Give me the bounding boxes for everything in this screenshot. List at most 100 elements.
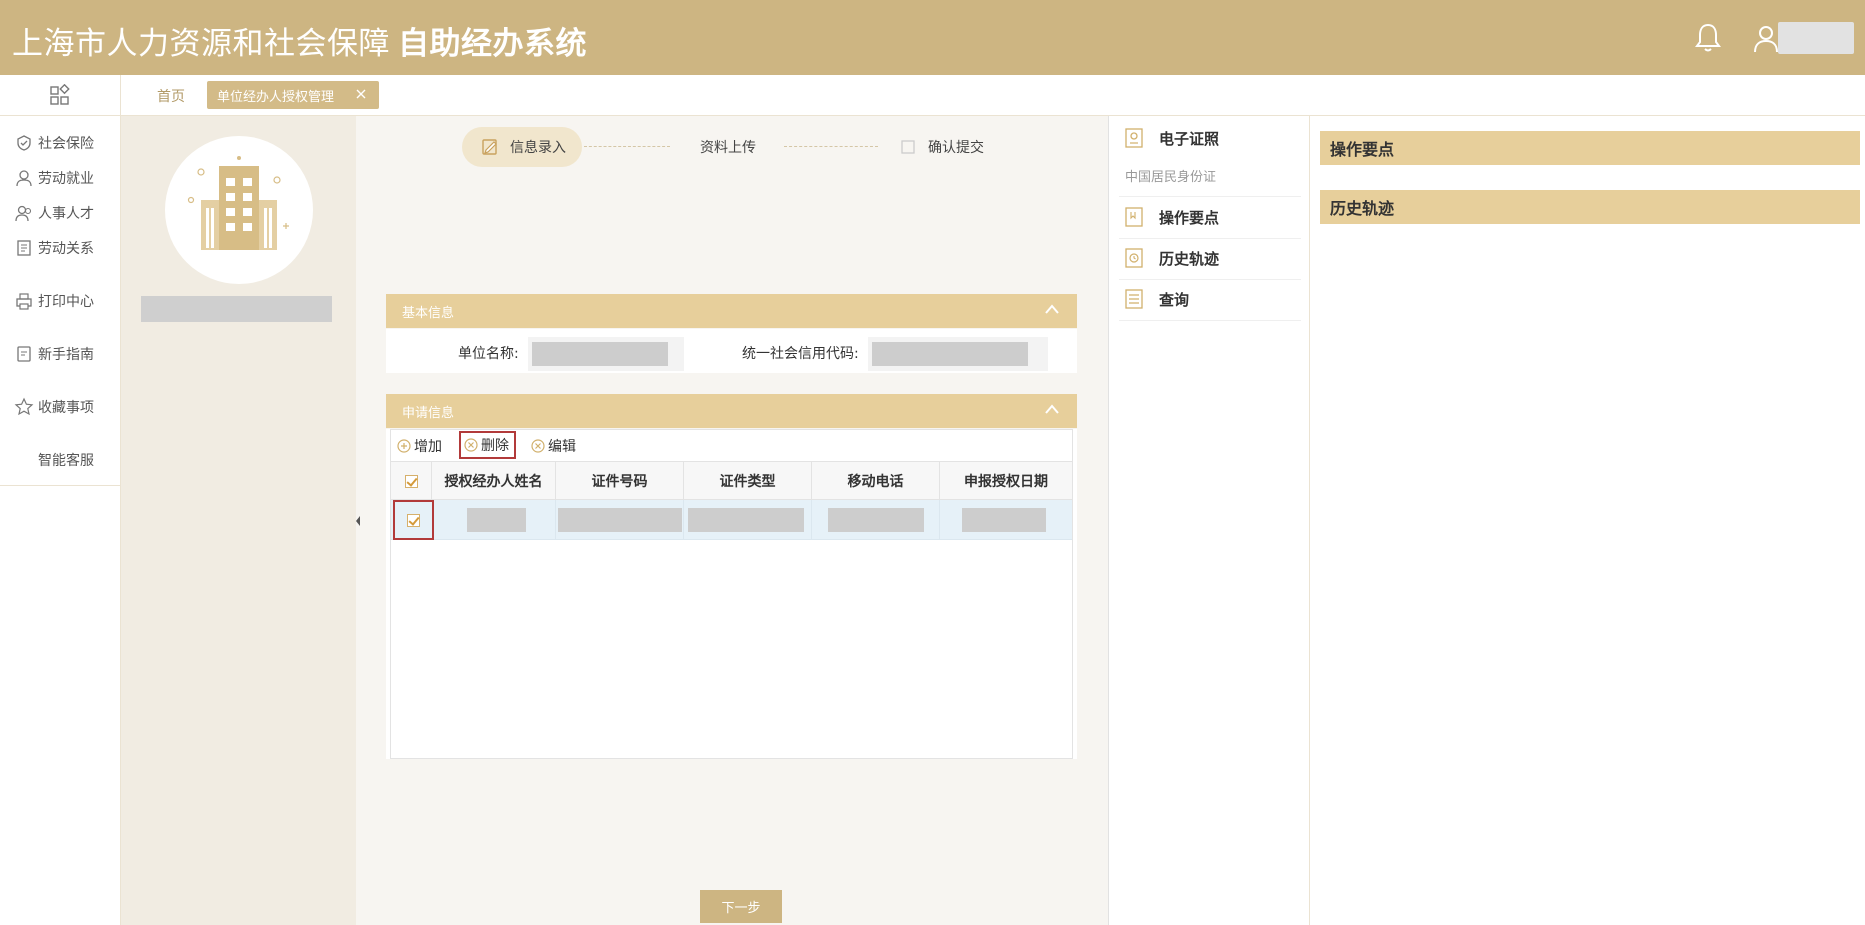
unit-name-label: 单位名称:	[458, 346, 519, 362]
nav-item-smart-service[interactable]: 智能客服	[38, 450, 94, 470]
app-header: 上海市人力资源和社会保障 自助经办系统	[0, 0, 1865, 75]
edit-button[interactable]: 编辑	[531, 436, 576, 456]
bell-icon[interactable]	[1694, 22, 1722, 54]
col-id-type[interactable]: 证件类型	[684, 462, 812, 500]
history-header[interactable]: 历史轨迹	[1320, 190, 1860, 224]
nav-item-labor-relations[interactable]: 劳动关系	[14, 238, 94, 258]
nav-item-social-insurance[interactable]: 社会保险	[14, 133, 94, 153]
user-name-redacted	[1778, 22, 1854, 54]
cell-auth-date	[940, 500, 1072, 540]
company-avatar	[165, 136, 313, 284]
row-checkbox[interactable]	[407, 513, 420, 527]
authorized-agents-table: 授权经办人姓名 证件号码 证件类型 移动电话 申报授权日期	[390, 461, 1073, 759]
divider	[1119, 279, 1301, 280]
people-icon	[15, 205, 32, 222]
col-agent-name[interactable]: 授权经办人姓名	[432, 462, 556, 500]
menu-operation-points[interactable]: 操作要点	[1123, 206, 1219, 228]
nav-label: 人事人才	[38, 206, 94, 222]
worker-icon	[16, 170, 32, 187]
id-card-link[interactable]: 中国居民身份证	[1125, 166, 1216, 185]
checkbox-empty-icon	[901, 140, 915, 154]
document-icon	[17, 240, 31, 256]
step-label: 确认提交	[928, 140, 984, 156]
step-indicator: 信息录入 资料上传 确认提交	[462, 127, 1012, 167]
main-content: 信息录入 资料上传 确认提交 基本信息 单位名称: 统一社会信用代码: 申请信息	[356, 116, 1108, 925]
table-row[interactable]	[391, 500, 1072, 540]
social-insurance-icon	[17, 135, 31, 151]
nav-label: 劳动就业	[38, 171, 94, 187]
chevron-up-icon[interactable]	[1045, 404, 1059, 414]
x-circle-icon	[531, 439, 545, 453]
nav-label: 社会保险	[38, 136, 94, 152]
tab-bar: 首页 单位经办人授权管理	[0, 75, 1865, 116]
next-step-button[interactable]: 下一步	[700, 890, 782, 923]
col-auth-date[interactable]: 申报授权日期	[940, 462, 1072, 500]
app-title-sub: 自助经办系统	[398, 26, 587, 62]
cell-id-number	[556, 500, 684, 540]
menu-label: 电子证照	[1159, 129, 1220, 148]
close-icon[interactable]	[355, 88, 367, 100]
agent-name-redacted	[467, 508, 526, 532]
user-icon[interactable]	[1753, 24, 1779, 54]
company-name-redacted	[141, 296, 332, 322]
tab-home[interactable]: 首页	[157, 86, 185, 106]
building-icon	[187, 156, 289, 250]
tab-authorization-management[interactable]: 单位经办人授权管理	[207, 81, 379, 109]
nav-label: 智能客服	[38, 453, 94, 469]
nav-item-beginner-guide[interactable]: 新手指南	[14, 344, 94, 364]
menu-history[interactable]: 历史轨迹	[1123, 247, 1219, 269]
nav-label: 打印中心	[38, 294, 94, 310]
credit-code-label: 统一社会信用代码:	[742, 346, 859, 362]
mobile-redacted	[828, 508, 924, 532]
basic-info-body: 单位名称: 统一社会信用代码:	[386, 329, 1077, 373]
delete-button[interactable]: 删除	[459, 431, 516, 459]
apply-info-body: 增加 删除 编辑 授权经办人姓名 证件号码 证件类型 移动电话 申报授权日期	[386, 429, 1077, 759]
col-id-number[interactable]: 证件号码	[556, 462, 684, 500]
step-label: 信息录入	[510, 140, 566, 156]
nav-item-employment[interactable]: 劳动就业	[14, 168, 94, 188]
profile-panel	[121, 116, 356, 925]
left-nav: 社会保险 劳动就业 人事人才 劳动关系 打印中心 新手指南 收藏事项 智能客服	[0, 116, 121, 925]
divider	[1119, 196, 1301, 197]
nav-item-print-center[interactable]: 打印中心	[14, 291, 94, 311]
table-header: 授权经办人姓名 证件号码 证件类型 移动电话 申报授权日期	[391, 462, 1072, 500]
nav-item-talent[interactable]: 人事人才	[14, 203, 94, 223]
cell-agent-name	[432, 500, 556, 540]
step-upload: 资料上传	[672, 127, 782, 167]
chevron-up-icon[interactable]	[1045, 304, 1059, 314]
menu-label: 历史轨迹	[1159, 249, 1220, 268]
cell-id-type	[684, 500, 812, 540]
step-info-entry: 信息录入	[462, 127, 582, 167]
edit-label: 编辑	[548, 439, 576, 455]
basic-info-header[interactable]: 基本信息	[386, 294, 1077, 328]
apps-grid-icon	[50, 84, 70, 105]
nav-item-favorites[interactable]: 收藏事项	[14, 397, 94, 417]
certificate-icon	[1125, 128, 1143, 148]
nav-label: 收藏事项	[38, 400, 94, 416]
add-label: 增加	[414, 439, 442, 455]
divider	[1119, 320, 1301, 321]
nav-label: 新手指南	[38, 347, 94, 363]
select-all-checkbox[interactable]	[404, 474, 418, 488]
id-number-redacted	[558, 508, 682, 532]
panel-title: 基本信息	[402, 305, 455, 321]
apply-info-header[interactable]: 申请信息	[386, 394, 1077, 428]
menu-e-certificate[interactable]: 电子证照	[1123, 127, 1219, 149]
panel-title: 申请信息	[402, 405, 455, 421]
divider	[1119, 238, 1301, 239]
app-title-main: 上海市人力资源和社会保障	[12, 26, 390, 62]
operation-points-header[interactable]: 操作要点	[1320, 131, 1860, 165]
history-icon	[1125, 248, 1143, 268]
nav-label: 劳动关系	[38, 241, 94, 257]
select-all-cell[interactable]	[391, 462, 432, 500]
collapse-left-icon[interactable]	[356, 516, 360, 526]
info-panel: 操作要点 历史轨迹	[1310, 116, 1865, 925]
tab-active-label: 单位经办人授权管理	[217, 89, 335, 105]
row-select-cell[interactable]	[393, 500, 434, 540]
step-label: 资料上传	[700, 140, 756, 156]
apps-button[interactable]	[0, 75, 121, 115]
add-button[interactable]: 增加	[397, 436, 442, 456]
col-mobile[interactable]: 移动电话	[812, 462, 940, 500]
right-function-menu: 电子证照 中国居民身份证 操作要点 历史轨迹 查询	[1108, 116, 1310, 925]
menu-query[interactable]: 查询	[1123, 288, 1189, 310]
